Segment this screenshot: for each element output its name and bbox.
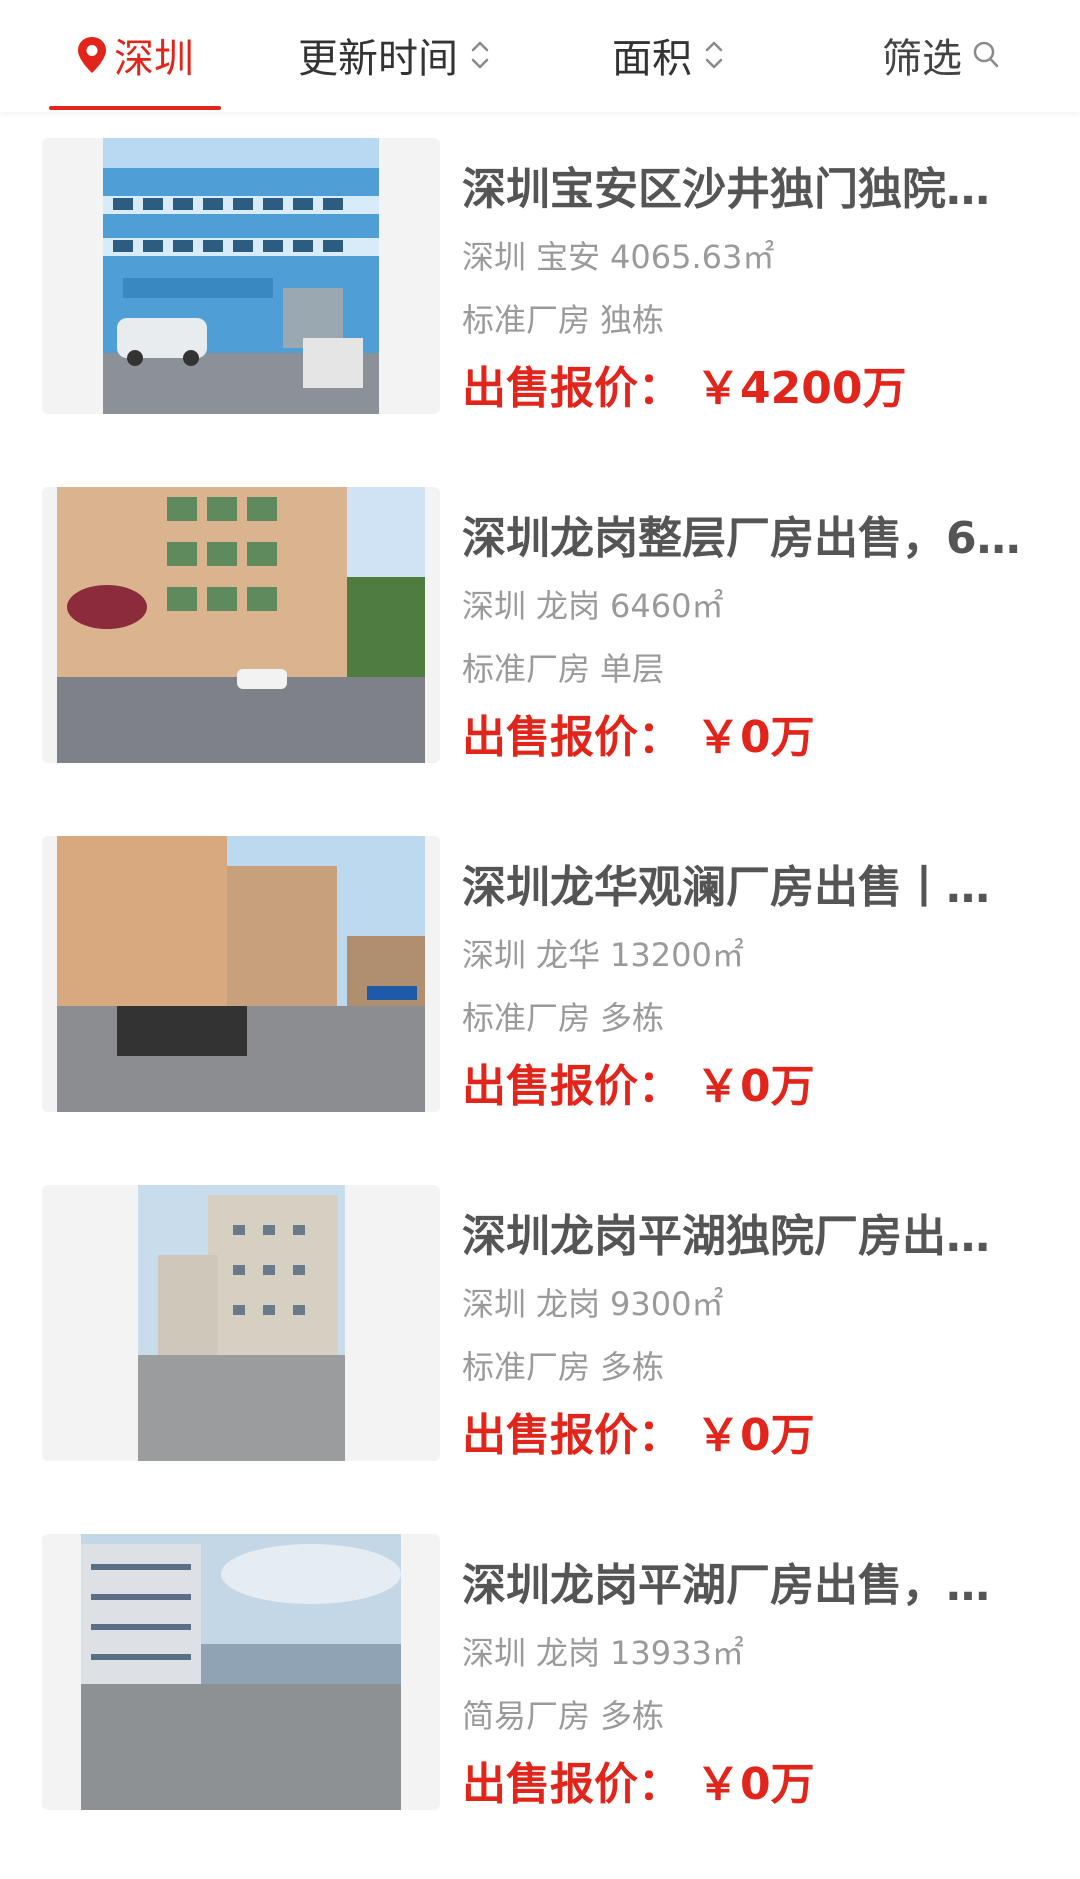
listing-area: 9300㎡ (610, 1285, 724, 1323)
listing-type: 标准厂房 独栋 (462, 299, 664, 341)
listing-building: 多栋 (600, 999, 665, 1037)
filter-button[interactable]: 筛选 (882, 0, 1000, 110)
price-label: 出售报价： (462, 1410, 682, 1461)
listing-district: 龙岗 (536, 587, 601, 625)
listing-location-area: 深圳 宝安 4065.63㎡ (462, 236, 774, 278)
listing-card[interactable]: 深圳龙岗平湖厂房出售，… 深圳 龙岗 13933㎡ 简易厂房 多栋 出售报价： ￥0万 (0, 1508, 1080, 1857)
listing-type: 简易厂房 多栋 (462, 1695, 664, 1737)
listing-building: 多栋 (600, 1697, 665, 1735)
listing-thumbnail[interactable] (42, 1534, 440, 1810)
listing-location-area: 深圳 龙岗 13933㎡ (462, 1632, 744, 1674)
listing-area: 13200㎡ (610, 936, 744, 974)
listing-card[interactable]: 深圳龙华观澜厂房出售丨… 深圳 龙华 13200㎡ 标准厂房 多栋 出售报价： ￥0万 (0, 810, 1080, 1159)
filter-label: 筛选 (882, 36, 962, 82)
listing-area: 6460㎡ (610, 587, 724, 625)
filter-bar: 深圳 更新时间 面积 筛选 (0, 0, 1080, 112)
listing-city: 深圳 (462, 1634, 527, 1672)
listing-title[interactable]: 深圳龙岗平湖厂房出售，… (462, 1558, 1032, 1614)
price-value: ￥0万 (696, 712, 815, 763)
price-label: 出售报价： (462, 363, 682, 414)
price-value: ￥0万 (696, 1410, 815, 1461)
listing-thumbnail[interactable] (42, 138, 440, 414)
listing-card[interactable]: 深圳龙岗平湖独院厂房出… 深圳 龙岗 9300㎡ 标准厂房 多栋 出售报价： ￥0万 (0, 1159, 1080, 1508)
listing-area: 13933㎡ (610, 1634, 744, 1672)
listing-title[interactable]: 深圳龙岗平湖独院厂房出… (462, 1209, 1032, 1265)
price-label: 出售报价： (462, 1759, 682, 1810)
listing-thumbnail[interactable] (42, 487, 440, 763)
listing-building: 独栋 (600, 301, 665, 339)
factory-photo (103, 138, 379, 414)
factory-photo (81, 1534, 401, 1810)
listing-city: 深圳 (462, 587, 527, 625)
listing-location-area: 深圳 龙岗 6460㎡ (462, 585, 723, 627)
city-label: 深圳 (114, 36, 194, 82)
listing-city: 深圳 (462, 1285, 527, 1323)
listing-thumbnail[interactable] (42, 836, 440, 1112)
listing-building: 多栋 (600, 1348, 665, 1386)
listing-type: 标准厂房 多栋 (462, 1346, 664, 1388)
price-label: 出售报价： (462, 712, 682, 763)
factory-photo (57, 836, 425, 1112)
factory-photo (138, 1185, 345, 1461)
sort-by-area[interactable]: 面积 (612, 0, 724, 110)
sort-chevron-icon (704, 38, 724, 72)
sort-chevron-icon (470, 38, 490, 72)
listing-district: 龙岗 (536, 1634, 601, 1672)
listing-type: 标准厂房 单层 (462, 648, 664, 690)
listing-title[interactable]: 深圳宝安区沙井独门独院… (462, 162, 1032, 218)
listing-type: 标准厂房 多栋 (462, 997, 664, 1039)
price-value: ￥0万 (696, 1759, 815, 1810)
search-icon (972, 40, 1000, 70)
sort-area-label: 面积 (612, 36, 692, 82)
active-tab-indicator (49, 106, 221, 110)
listing-card[interactable]: 深圳龙岗整层厂房出售，6… 深圳 龙岗 6460㎡ 标准厂房 单层 出售报价： ￥0万 (0, 461, 1080, 810)
city-selector[interactable]: 深圳 (49, 0, 221, 110)
listing-factory-type: 标准厂房 (462, 1348, 591, 1386)
listing-thumbnail[interactable] (42, 1185, 440, 1461)
listing-building: 单层 (600, 650, 665, 688)
listing-price: 出售报价： ￥4200万 (462, 360, 906, 418)
listing-district: 宝安 (536, 238, 601, 276)
listing-price: 出售报价： ￥0万 (462, 1756, 815, 1814)
price-label: 出售报价： (462, 1061, 682, 1112)
listing-price: 出售报价： ￥0万 (462, 1058, 815, 1116)
listing-city: 深圳 (462, 238, 527, 276)
listing-price: 出售报价： ￥0万 (462, 709, 815, 767)
listing-location-area: 深圳 龙岗 9300㎡ (462, 1283, 723, 1325)
listing-list: 深圳宝安区沙井独门独院… 深圳 宝安 4065.63㎡ 标准厂房 独栋 出售报价： ￥4… (0, 112, 1080, 1857)
listing-title[interactable]: 深圳龙岗整层厂房出售，6… (462, 511, 1032, 567)
listing-area: 4065.63㎡ (610, 238, 775, 276)
price-value: ￥4200万 (696, 363, 907, 414)
sort-by-update-time[interactable]: 更新时间 (298, 0, 490, 110)
listing-district: 龙岗 (536, 1285, 601, 1323)
listing-location-area: 深圳 龙华 13200㎡ (462, 934, 744, 976)
listing-factory-type: 标准厂房 (462, 301, 591, 339)
listing-factory-type: 简易厂房 (462, 1697, 591, 1735)
location-pin-icon (76, 36, 108, 74)
listing-factory-type: 标准厂房 (462, 650, 591, 688)
listing-title[interactable]: 深圳龙华观澜厂房出售丨… (462, 860, 1032, 916)
listing-city: 深圳 (462, 936, 527, 974)
listing-price: 出售报价： ￥0万 (462, 1407, 815, 1465)
listing-district: 龙华 (536, 936, 601, 974)
factory-photo (57, 487, 425, 763)
price-value: ￥0万 (696, 1061, 815, 1112)
sort-update-label: 更新时间 (298, 36, 458, 82)
listing-factory-type: 标准厂房 (462, 999, 591, 1037)
listing-card[interactable]: 深圳宝安区沙井独门独院… 深圳 宝安 4065.63㎡ 标准厂房 独栋 出售报价： ￥4… (0, 112, 1080, 461)
